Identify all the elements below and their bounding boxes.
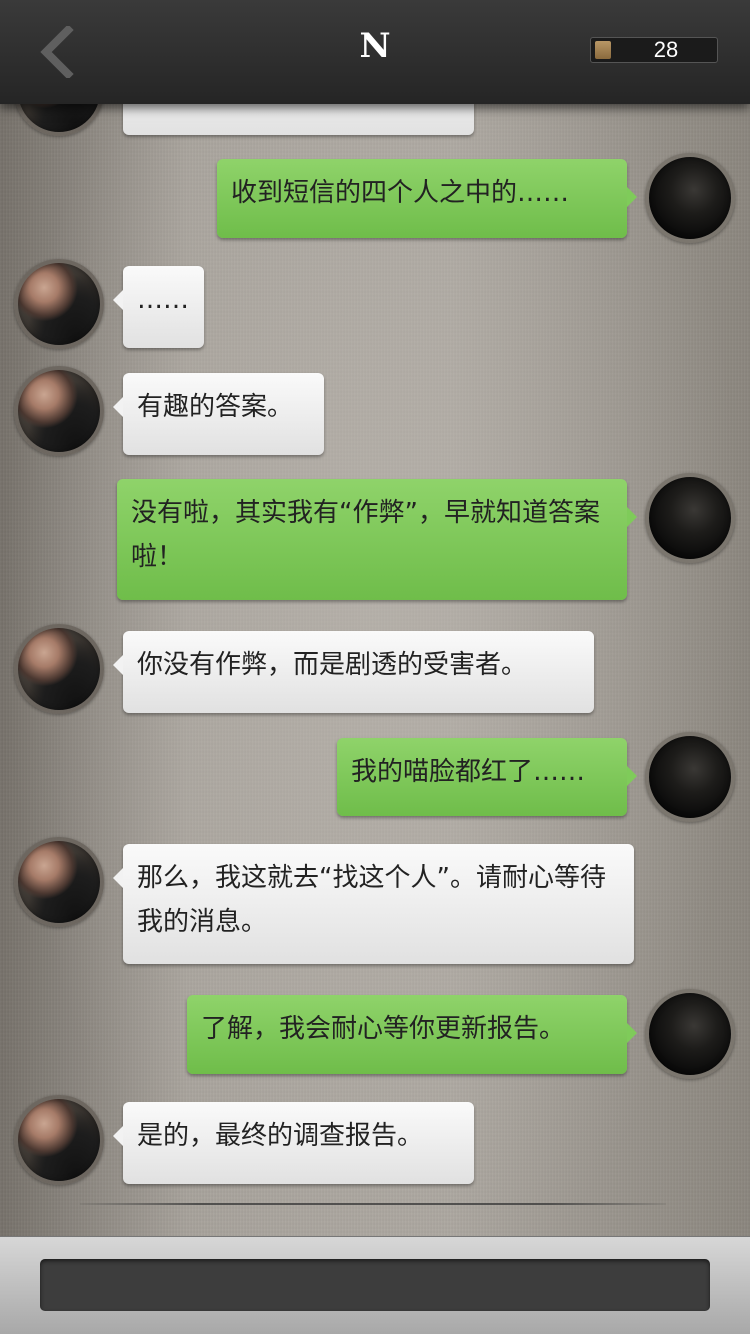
message-bubble-outgoing: 我的喵脸都红了…… xyxy=(337,738,637,816)
coin-count: 28 xyxy=(653,37,679,62)
reply-input[interactable] xyxy=(40,1259,710,1311)
message-bubble-incoming: …… xyxy=(113,266,204,348)
message-bubble-outgoing: 收到短信的四个人之中的…… xyxy=(217,159,637,238)
top-bar: N 28 xyxy=(0,0,750,104)
end-of-conversation-divider xyxy=(80,1203,666,1205)
message-bubble-incoming: 那么，我这就去“找这个人”。请耐心等待我的消息。 xyxy=(113,844,634,964)
user-avatar[interactable] xyxy=(645,989,735,1079)
contact-avatar[interactable] xyxy=(14,1095,104,1185)
message-bubble-incoming: 有趣的答案。 xyxy=(113,373,324,455)
message-bubble-incoming: 你没有作弊，而是剧透的受害者。 xyxy=(113,631,594,713)
contact-avatar[interactable] xyxy=(14,624,104,714)
user-avatar[interactable] xyxy=(645,473,735,563)
user-avatar[interactable] xyxy=(645,153,735,243)
message-bubble-outgoing: 了解，我会耐心等你更新报告。 xyxy=(187,995,637,1074)
message-bubble-outgoing: 没有啦，其实我有“作弊”，早就知道答案啦！ xyxy=(117,479,637,600)
user-avatar[interactable] xyxy=(645,732,735,822)
message-bubble-incoming: 是的，最终的调查报告。 xyxy=(113,1102,474,1184)
contact-avatar[interactable] xyxy=(14,259,104,349)
contact-avatar[interactable] xyxy=(14,366,104,456)
coin-icon xyxy=(595,41,611,59)
contact-avatar[interactable] xyxy=(14,837,104,927)
reply-footer xyxy=(0,1236,750,1334)
coin-counter[interactable]: 28 xyxy=(590,37,718,63)
